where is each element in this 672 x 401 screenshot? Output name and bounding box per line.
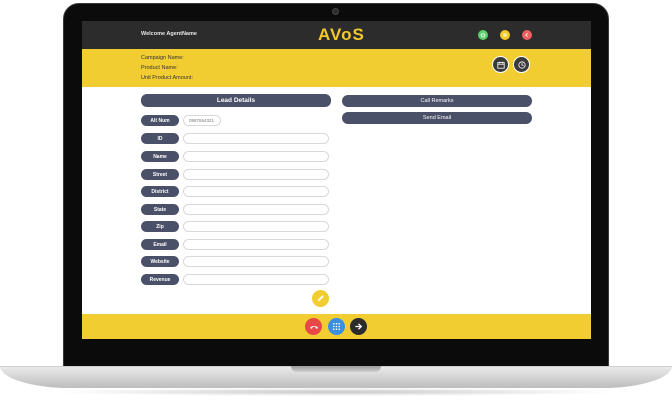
unit-product-amount: Unit Product Amount: <box>141 75 193 81</box>
edit-button[interactable] <box>312 290 329 307</box>
name-input[interactable] <box>183 151 329 162</box>
email-label: Email <box>141 239 179 250</box>
lead-details-header: Lead Details <box>141 94 331 107</box>
calendar-button[interactable] <box>492 56 509 73</box>
campaign-name: Campaign Name: <box>141 55 184 61</box>
send-email-button[interactable]: Send Email <box>342 112 532 124</box>
app-screen: Welcome AgentName AVoS Campaign Name: Pr… <box>82 21 591 339</box>
top-bar: Welcome AgentName AVoS <box>82 21 591 49</box>
website-label: Website <box>141 256 179 267</box>
power-icon <box>480 32 486 38</box>
zip-input[interactable] <box>183 221 329 232</box>
state-input[interactable] <box>183 204 329 215</box>
id-input[interactable] <box>183 133 329 144</box>
state-label: State <box>141 204 179 215</box>
dialpad-button[interactable] <box>328 318 345 335</box>
street-input[interactable] <box>183 169 329 180</box>
alt-num-input[interactable]: 0987654321 <box>183 115 221 126</box>
logout-icon <box>525 32 528 38</box>
product-name: Product Name: <box>141 65 178 71</box>
email-input[interactable] <box>183 239 329 250</box>
calendar-icon <box>496 61 505 69</box>
hangup-button[interactable] <box>305 318 322 335</box>
avos-logo: AVoS <box>318 25 365 44</box>
campaign-info-bar: Campaign Name: Product Name: Unit Produc… <box>82 49 591 87</box>
zip-label: Zip <box>141 221 179 232</box>
revenue-label: Revenue <box>141 274 179 285</box>
logout-button[interactable] <box>522 30 532 40</box>
power-button[interactable] <box>478 30 488 40</box>
district-label: District <box>141 186 179 197</box>
next-arrow-icon <box>355 323 363 330</box>
pencil-icon <box>317 295 324 302</box>
revenue-input[interactable] <box>183 274 329 285</box>
street-label: Street <box>141 169 179 180</box>
welcome-text: Welcome AgentName <box>141 31 197 37</box>
pause-icon <box>503 33 507 37</box>
pause-button[interactable] <box>500 30 510 40</box>
next-button[interactable] <box>350 318 367 335</box>
hangup-icon <box>309 325 318 329</box>
name-label: Name <box>141 151 179 162</box>
laptop-notch <box>291 366 381 372</box>
website-input[interactable] <box>183 256 329 267</box>
district-input[interactable] <box>183 186 329 197</box>
clock-icon <box>517 60 526 69</box>
webcam <box>332 8 339 15</box>
laptop-shadow <box>50 388 622 396</box>
clock-button[interactable] <box>513 56 530 73</box>
call-controls-bar <box>82 314 591 339</box>
alt-num-label: Alt Num <box>141 115 179 126</box>
call-remarks-button[interactable]: Call Remarks <box>342 95 532 107</box>
dialpad-icon <box>332 322 341 331</box>
laptop-mockup: Welcome AgentName AVoS Campaign Name: Pr… <box>0 0 672 401</box>
id-label: ID <box>141 133 179 144</box>
